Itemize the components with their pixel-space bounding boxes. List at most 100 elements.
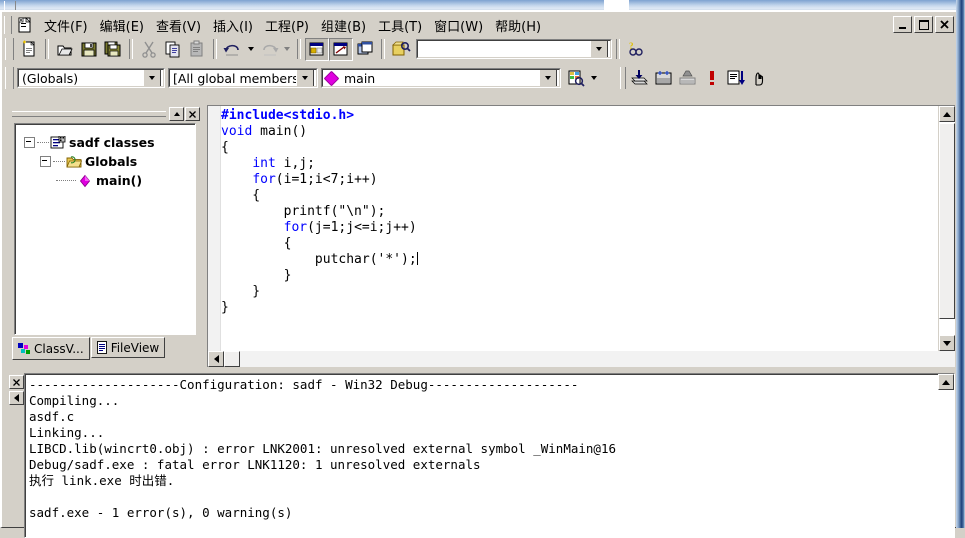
wizardbar-action-icon[interactable]: [564, 67, 588, 90]
output-close-button[interactable]: [8, 375, 24, 389]
editor-code-area[interactable]: #include<stdio.h> void main(){ int i,j; f…: [221, 107, 938, 351]
code-text: (j=1;j<=i;j++): [307, 220, 417, 235]
redo-icon[interactable]: [257, 38, 281, 61]
workspace-icon[interactable]: [305, 37, 329, 61]
tree-expander-collapse-icon[interactable]: [40, 156, 51, 167]
output-scroll-up-button[interactable]: [938, 374, 954, 390]
toolbar-grip[interactable]: [5, 38, 14, 60]
editor-scroll-up-button[interactable]: [939, 106, 955, 122]
editor-scroll-thumb[interactable]: [939, 123, 955, 319]
save-icon[interactable]: [77, 38, 101, 61]
code-editor[interactable]: #include<stdio.h> void main(){ int i,j; f…: [207, 105, 955, 367]
close-button[interactable]: [935, 16, 954, 33]
editor-horizontal-scrollbar[interactable]: [208, 351, 955, 367]
output-text[interactable]: --------------------Configuration: sadf …: [25, 374, 938, 537]
code-line: }: [221, 300, 938, 316]
copy-icon[interactable]: [161, 38, 185, 61]
build-execute-icon[interactable]: [676, 67, 700, 90]
tree-node-main[interactable]: main(): [16, 171, 195, 190]
code-line: }: [221, 284, 938, 300]
code-line: int i,j;: [221, 156, 938, 172]
stop-build-icon[interactable]: [700, 67, 724, 90]
editor-scroll-down-button[interactable]: [939, 335, 955, 351]
find-combo[interactable]: [416, 39, 612, 59]
paste-icon[interactable]: [185, 38, 209, 61]
members-combo-value: [All global members: [173, 70, 296, 86]
vc6-ide-window: 文件(F) 编辑(E) 查看(V) 插入(I) 工程(P) 组建(B) 工具(T…: [0, 0, 965, 538]
function-combo[interactable]: main: [321, 68, 561, 88]
new-text-file-icon[interactable]: [17, 38, 41, 61]
find-in-files-icon[interactable]: [389, 38, 413, 61]
menu-insert[interactable]: 插入(I): [207, 14, 259, 37]
menu-build[interactable]: 组建(B): [315, 14, 372, 37]
editor-hscroll-thumb[interactable]: [224, 351, 240, 367]
menu-tools[interactable]: 工具(T): [372, 14, 428, 37]
wizardbar-grip[interactable]: [5, 67, 14, 89]
menu-edit[interactable]: 编辑(E): [94, 14, 150, 37]
cut-icon[interactable]: [137, 38, 161, 61]
tree-expander-collapse-icon[interactable]: [24, 137, 35, 148]
function-combo-value: main: [344, 70, 376, 86]
toolbar-separator: [213, 39, 217, 59]
output-vertical-scrollbar[interactable]: [938, 374, 954, 537]
editor-scroll-left-button[interactable]: [208, 351, 224, 367]
class-combo[interactable]: (Globals): [17, 68, 165, 88]
workspace-close-button[interactable]: [185, 107, 200, 121]
output-line: sadf.exe - 1 error(s), 0 warning(s): [29, 505, 293, 520]
members-combo[interactable]: [All global members: [168, 68, 318, 88]
build-toolbar-grip[interactable]: [620, 67, 626, 89]
menu-bar: 文件(F) 编辑(E) 查看(V) 插入(I) 工程(P) 组建(B) 工具(T…: [4, 14, 954, 36]
code-line: }: [221, 268, 938, 284]
code-line: for(j=1;j<=i;j++): [221, 220, 938, 236]
code-line: for(i=1;i<7;i++): [221, 172, 938, 188]
menu-window[interactable]: 窗口(W): [428, 14, 489, 37]
menu-help[interactable]: 帮助(H): [489, 14, 547, 37]
wizardbar-dropdown-arrow[interactable]: [588, 67, 600, 90]
menu-view[interactable]: 查看(V): [150, 14, 207, 37]
code-line: void main(): [221, 124, 938, 140]
build-icon[interactable]: [652, 67, 676, 90]
output-tab-scroll-button[interactable]: [8, 391, 24, 405]
compile-icon[interactable]: [628, 67, 652, 90]
function-combo-arrow[interactable]: [539, 70, 557, 86]
class-combo-arrow[interactable]: [143, 70, 161, 86]
output-window[interactable]: --------------------Configuration: sadf …: [24, 373, 955, 538]
menu-file[interactable]: 文件(F): [38, 14, 94, 37]
menu-project[interactable]: 工程(P): [259, 14, 315, 37]
standard-toolbar: ?: [4, 36, 954, 63]
tree-node-classes[interactable]: sadf classes: [16, 133, 195, 152]
code-text: }: [221, 268, 292, 283]
code-line: {: [221, 140, 938, 156]
tree-node-globals[interactable]: Globals: [16, 152, 195, 171]
output-window-icon[interactable]: [329, 37, 353, 61]
class-folder-icon: [49, 135, 66, 150]
editor-vertical-scrollbar[interactable]: [938, 106, 955, 351]
window-list-icon[interactable]: [353, 38, 377, 61]
tab-fileview[interactable]: FileView: [90, 337, 166, 358]
undo-dropdown-arrow[interactable]: [245, 38, 257, 61]
toolbar-separator: [381, 39, 385, 59]
editor-selection-margin[interactable]: [208, 106, 221, 351]
go-icon[interactable]: [724, 67, 748, 90]
code-line: #include<stdio.h>: [221, 108, 938, 124]
restore-button[interactable]: [914, 16, 933, 33]
tree-label-globals: Globals: [85, 154, 138, 169]
members-combo-arrow[interactable]: [296, 70, 314, 86]
toolbar-separator: [129, 39, 133, 59]
undo-icon[interactable]: [221, 38, 245, 61]
tab-classview[interactable]: ClassV...: [12, 337, 90, 360]
search-help-icon[interactable]: ?: [624, 38, 648, 61]
classview-tree[interactable]: sadf classes Globals main(): [14, 123, 196, 335]
code-text: printf("\n");: [221, 204, 386, 219]
redo-dropdown-arrow[interactable]: [281, 38, 293, 61]
menubar-grip[interactable]: [4, 16, 12, 34]
minimize-button[interactable]: [893, 16, 912, 33]
save-all-icon[interactable]: [101, 38, 125, 61]
code-keyword: for: [283, 220, 308, 235]
workspace-dock-button[interactable]: [169, 107, 184, 121]
find-combo-arrow[interactable]: [590, 41, 608, 57]
insert-remove-breakpoint-icon[interactable]: [748, 67, 772, 90]
open-icon[interactable]: [53, 38, 77, 61]
desktop-right-edge: [956, 0, 965, 528]
